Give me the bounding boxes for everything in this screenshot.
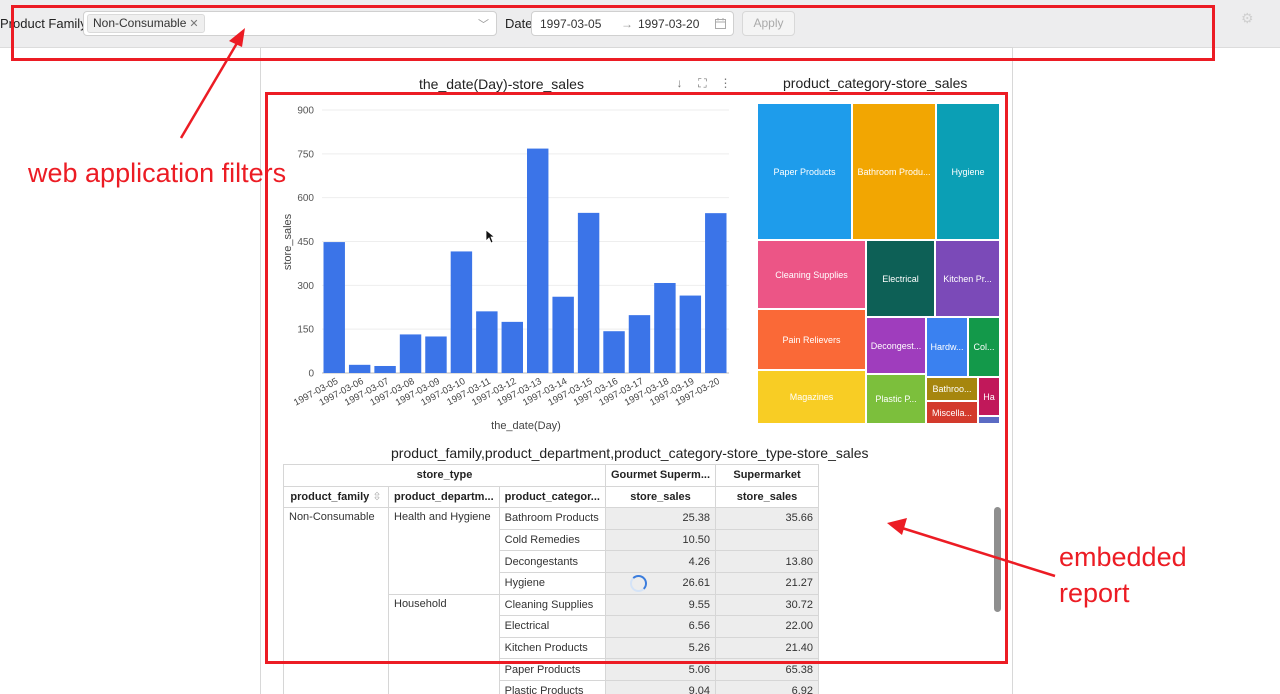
arrow-to-filters [179,28,245,139]
arrow-to-report [887,518,1056,578]
annotation-arrows [179,28,1056,578]
screen: Product Family Non-Consumable ✕ ﹀ Date 19… [0,0,1280,694]
